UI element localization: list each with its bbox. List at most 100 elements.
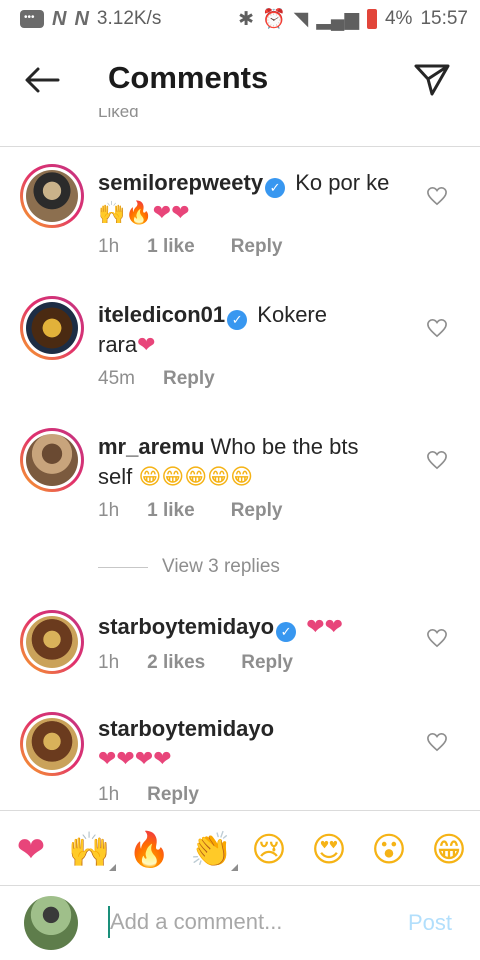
avatar-image <box>26 718 78 770</box>
emoji-raised-hands-button[interactable]: 🙌 <box>68 829 116 871</box>
header: Comments <box>0 48 480 112</box>
verified-badge-icon: ✓ <box>276 622 297 642</box>
emoji-sad-button[interactable]: 😢 <box>248 829 290 871</box>
notification-icon <box>20 10 44 28</box>
emoji-clap-button[interactable]: 👏 <box>190 829 238 871</box>
avatar-image <box>26 170 78 222</box>
comment-emojis: 😁😁😁😁😁 <box>138 465 254 490</box>
reply-button[interactable]: Reply <box>231 500 283 522</box>
paper-plane-icon <box>414 64 450 96</box>
verified-badge-icon: ✓ <box>265 178 286 198</box>
post-button[interactable]: Post <box>408 910 452 936</box>
bluetooth-icon: ✱ <box>238 8 254 30</box>
emoji-grin-button[interactable]: 😁 <box>428 829 470 871</box>
comment-hearts: ❤❤❤❤ <box>98 746 172 771</box>
avatar-image <box>26 434 78 486</box>
comment-body: iteledicon01 ✓ Kokere rara❤ <box>98 300 414 360</box>
clipped-previous-text: Liked <box>98 108 208 122</box>
avatar-image <box>26 616 78 668</box>
comment-likes[interactable]: 1 like <box>147 236 195 258</box>
comment-meta: 1h Reply <box>98 784 199 806</box>
emoji-heart-button[interactable]: ❤ <box>10 829 52 871</box>
avatar[interactable] <box>20 610 84 674</box>
wifi-icon: ◥ <box>293 8 309 30</box>
current-user-avatar <box>24 896 78 950</box>
battery-level: 4% <box>384 8 413 29</box>
reply-button[interactable]: Reply <box>241 652 293 674</box>
like-heart-icon[interactable] <box>426 186 448 206</box>
carrier-n-icon-2: N <box>74 7 89 30</box>
comment-input[interactable] <box>110 904 380 940</box>
avatar[interactable] <box>20 296 84 360</box>
comment-meta: 1h 2 likes Reply <box>98 652 293 674</box>
arrow-left-icon <box>25 67 60 93</box>
emoji-fire-button[interactable]: 🔥 <box>128 829 170 871</box>
status-left: N N 3.12K/s <box>20 8 161 31</box>
avatar[interactable] <box>20 164 84 228</box>
emoji-clap-glyph: 👏 <box>190 830 233 870</box>
comment-username[interactable]: starboytemidayo <box>98 716 274 741</box>
comment-username[interactable]: iteledicon01 <box>98 302 225 327</box>
page-title: Comments <box>108 60 269 95</box>
comment-body: mr_aremu Who be the bts self 😁😁😁😁😁 <box>98 432 414 493</box>
signal-icon: ▂▄▆ <box>316 8 359 30</box>
comment-text: Kokere <box>257 302 327 327</box>
share-button[interactable] <box>412 62 452 98</box>
comment-body: starboytemidayo ❤❤❤❤ <box>98 714 414 774</box>
emoji-heart-eyes-button[interactable]: 😍 <box>308 829 350 871</box>
network-speed: 3.12K/s <box>96 8 162 29</box>
reply-button[interactable]: Reply <box>163 368 215 390</box>
comment-time: 45m <box>98 368 135 389</box>
like-heart-icon[interactable] <box>426 628 448 648</box>
clipped-text: Liked <box>98 108 139 121</box>
emoji-quick-bar: ❤ 🙌 🔥 👏 😢 😍 😮 😁 <box>0 810 480 886</box>
comment-likes[interactable]: 1 like <box>147 500 195 522</box>
emoji-surprised-button[interactable]: 😮 <box>368 829 410 871</box>
divider <box>0 146 480 147</box>
reply-button[interactable]: Reply <box>231 236 283 258</box>
avatar[interactable] <box>20 428 84 492</box>
skin-tone-indicator-icon <box>109 864 116 871</box>
battery-low-icon <box>366 9 377 29</box>
comment-meta: 1h 1 like Reply <box>98 236 282 258</box>
comment-meta: 1h 1 like Reply <box>98 500 282 522</box>
like-heart-icon[interactable] <box>426 450 448 470</box>
alarm-icon: ⏰ <box>262 9 286 30</box>
carrier-n-icon: N <box>52 7 67 30</box>
comment-text: Who be the bts <box>210 434 359 459</box>
comment-hearts: ❤❤ <box>306 614 344 639</box>
verified-badge-icon: ✓ <box>227 310 248 330</box>
comment-composer: Post <box>0 886 480 960</box>
comment-body: semilorepweety ✓ Ko por ke 🙌🔥❤❤ <box>98 168 414 229</box>
skin-tone-indicator-icon <box>231 864 238 871</box>
comment-time: 1h <box>98 784 120 805</box>
comment-username[interactable]: mr_aremu <box>98 434 204 459</box>
view-replies-button[interactable]: View 3 replies <box>98 556 280 578</box>
comment-username[interactable]: semilorepweety <box>98 170 263 195</box>
comment-body: starboytemidayo ✓ ❤❤ <box>98 612 414 642</box>
status-right: ✱ ⏰ ◥ ▂▄▆ 4% 15:57 <box>238 7 468 31</box>
comment-text-line2: rara <box>98 332 138 357</box>
comment-emojis: 🙌🔥 <box>98 201 153 226</box>
avatar[interactable] <box>20 712 84 776</box>
like-heart-icon[interactable] <box>426 732 448 752</box>
comment-hearts: ❤ <box>137 332 156 357</box>
comment-username[interactable]: starboytemidayo <box>98 614 274 639</box>
clock: 15:57 <box>420 8 468 29</box>
status-bar: N N 3.12K/s ✱ ⏰ ◥ ▂▄▆ 4% 15:57 <box>0 0 480 38</box>
comment-hearts: ❤❤ <box>152 200 190 225</box>
view-replies-line <box>98 566 148 568</box>
comment-time: 1h <box>98 500 120 521</box>
comment-text: Ko por ke <box>295 170 390 195</box>
back-button[interactable] <box>22 64 62 96</box>
like-heart-icon[interactable] <box>426 318 448 338</box>
avatar-image <box>26 302 78 354</box>
view-replies-label: View 3 replies <box>162 556 280 577</box>
comment-text-line2: self <box>98 464 133 489</box>
reply-button[interactable]: Reply <box>147 784 199 806</box>
comment-time: 1h <box>98 236 120 257</box>
emoji-raised-hands-glyph: 🙌 <box>68 830 111 870</box>
comment-meta: 45m Reply <box>98 368 215 390</box>
comment-likes[interactable]: 2 likes <box>147 652 205 674</box>
comment-time: 1h <box>98 652 120 673</box>
